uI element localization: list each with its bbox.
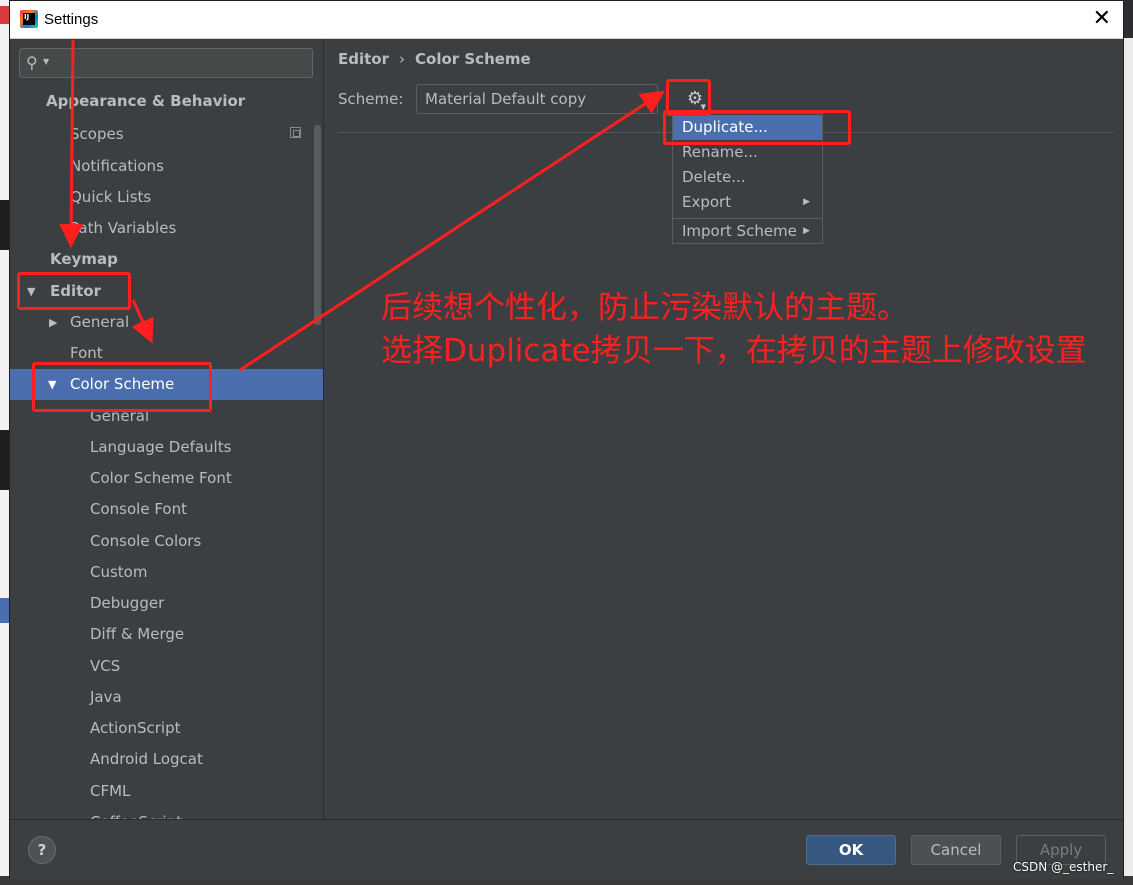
sidebar-item-actionscript[interactable]: ActionScript <box>10 713 323 744</box>
sidebar-item-vcs[interactable]: VCS <box>10 651 323 682</box>
sidebar-item-label: Language Defaults <box>90 438 232 456</box>
menu-item-export[interactable]: Export ▶ <box>673 190 822 215</box>
sidebar-item-editor[interactable]: ▼ Editor <box>10 276 323 307</box>
dialog-footer: ? OK Cancel Apply <box>10 819 1123 879</box>
expanded-arrow-icon[interactable]: ▼ <box>27 276 35 307</box>
sidebar-item-notifications[interactable]: Notifications <box>10 151 323 182</box>
sidebar-item-label: Notifications <box>70 157 164 175</box>
background-window-strip-left <box>0 0 9 885</box>
sidebar-item-label: Console Font <box>90 500 187 518</box>
sidebar-item-scopes[interactable]: Scopes <box>10 119 323 150</box>
menu-item-label: Export <box>682 193 732 211</box>
csdn-watermark: CSDN @_esther_ <box>1013 860 1114 874</box>
sidebar-item-quick-lists[interactable]: Quick Lists <box>10 182 323 213</box>
sidebar-item-label: Debugger <box>90 594 165 612</box>
sidebar-item-label: Font <box>70 344 103 362</box>
settings-dialog: IJ Settings ✕ ⚲ ▼ Appearance & Behavior … <box>9 0 1124 879</box>
menu-item-label: Import Scheme <box>682 222 797 240</box>
search-input[interactable]: ⚲ ▼ <box>19 48 313 78</box>
sidebar-item-label: CoffeeScript <box>90 807 182 819</box>
sidebar-item-label: VCS <box>90 657 121 675</box>
sidebar-item-font[interactable]: Font <box>10 338 323 369</box>
scheme-actions-button[interactable]: ⚙ ▼ <box>680 85 710 113</box>
sidebar-item-color-scheme-font[interactable]: Color Scheme Font <box>10 463 323 494</box>
sidebar-item-custom[interactable]: Custom <box>10 557 323 588</box>
chevron-down-icon: ▼ <box>643 93 651 104</box>
sidebar-item-label: ActionScript <box>90 719 181 737</box>
sidebar-item-label: CFML <box>90 782 131 800</box>
sidebar-item-label: Scopes <box>70 125 124 143</box>
submenu-arrow-icon: ▶ <box>803 226 810 236</box>
menu-item-delete[interactable]: Delete... <box>673 165 822 190</box>
submenu-arrow-icon: ▶ <box>803 197 810 207</box>
sidebar-item-android-logcat[interactable]: Android Logcat <box>10 744 323 775</box>
scheme-label: Scheme: <box>338 90 404 108</box>
window-title: Settings <box>44 11 99 28</box>
sidebar-item-color-scheme[interactable]: ▼ Color Scheme <box>10 369 323 400</box>
sidebar-item-coffeescript[interactable]: CoffeeScript <box>10 807 323 819</box>
breadcrumb-separator: › <box>399 50 405 68</box>
sidebar-item-color-scheme-general[interactable]: General <box>10 401 323 432</box>
search-icon: ⚲ <box>26 53 38 72</box>
sidebar-item-cfml[interactable]: CFML <box>10 776 323 807</box>
sidebar-item-appearance-behavior[interactable]: Appearance & Behavior <box>10 86 323 117</box>
title-bar: IJ Settings ✕ <box>10 1 1123 39</box>
sidebar-item-label: Editor <box>50 282 101 300</box>
sidebar-item-label: Path Variables <box>70 219 177 237</box>
sidebar-item-language-defaults[interactable]: Language Defaults <box>10 432 323 463</box>
intellij-app-icon: IJ <box>20 10 38 28</box>
settings-sidebar: ⚲ ▼ Appearance & Behavior Scopes Notific… <box>10 39 324 819</box>
sidebar-item-label: Diff & Merge <box>90 625 185 643</box>
scheme-select-value: Material Default copy <box>425 90 587 108</box>
menu-item-label: Rename... <box>682 143 758 161</box>
sidebar-item-label: Appearance & Behavior <box>46 92 246 110</box>
menu-item-label: Delete... <box>682 168 746 186</box>
sidebar-item-java[interactable]: Java <box>10 682 323 713</box>
sidebar-item-debugger[interactable]: Debugger <box>10 588 323 619</box>
sidebar-item-label: General <box>90 407 150 425</box>
sidebar-item-keymap[interactable]: Keymap <box>10 244 323 275</box>
collapsed-arrow-icon[interactable]: ▶ <box>49 307 57 338</box>
sidebar-item-label: Color Scheme <box>70 375 175 393</box>
background-window-strip-right <box>1124 38 1133 885</box>
ok-button[interactable]: OK <box>806 835 896 865</box>
expanded-arrow-icon[interactable]: ▼ <box>48 369 56 400</box>
menu-item-label: Duplicate... <box>682 118 768 136</box>
sidebar-scrollbar[interactable] <box>314 125 321 325</box>
sidebar-item-label: Java <box>90 688 122 706</box>
sidebar-item-path-variables[interactable]: Path Variables <box>10 213 323 244</box>
sidebar-item-console-font[interactable]: Console Font <box>10 494 323 525</box>
breadcrumb-parent: Editor <box>338 50 389 68</box>
sidebar-item-general[interactable]: ▶ General <box>10 307 323 338</box>
sidebar-item-label: Custom <box>90 563 148 581</box>
menu-item-rename[interactable]: Rename... <box>673 140 822 165</box>
sidebar-item-console-colors[interactable]: Console Colors <box>10 526 323 557</box>
menu-item-import-scheme[interactable]: Import Scheme ▶ <box>673 219 822 244</box>
cancel-button[interactable]: Cancel <box>911 835 1001 865</box>
sidebar-item-label: Color Scheme Font <box>90 469 232 487</box>
project-level-icon <box>290 127 301 138</box>
sidebar-item-label: General <box>70 313 130 331</box>
sidebar-item-label: Console Colors <box>90 532 202 550</box>
sidebar-item-label: Quick Lists <box>70 188 152 206</box>
sidebar-item-label: Keymap <box>50 250 118 268</box>
menu-item-duplicate[interactable]: Duplicate... <box>673 115 822 140</box>
scheme-actions-menu: Duplicate... Rename... Delete... Export … <box>672 113 823 244</box>
sidebar-item-diff-merge[interactable]: Diff & Merge <box>10 619 323 650</box>
sidebar-item-label: Android Logcat <box>90 750 203 768</box>
search-options-caret-icon[interactable]: ▼ <box>43 57 49 66</box>
breadcrumb: Editor › Color Scheme <box>338 50 531 68</box>
close-icon[interactable]: ✕ <box>1093 8 1111 30</box>
breadcrumb-current: Color Scheme <box>415 50 531 68</box>
help-button[interactable]: ? <box>28 836 56 864</box>
dropdown-caret-icon: ▼ <box>700 103 706 111</box>
scheme-select[interactable]: Material Default copy ▼ <box>416 84 658 114</box>
